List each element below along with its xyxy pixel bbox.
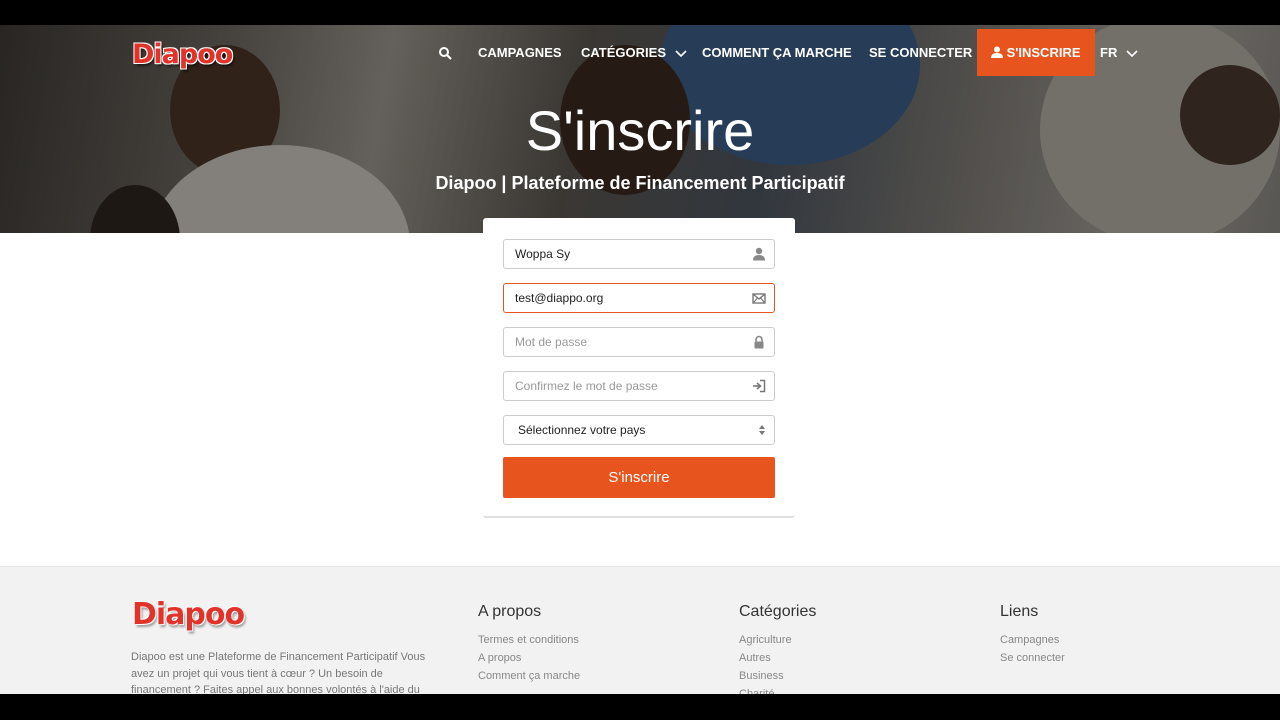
footer: Diapoo Diapoo est une Plateforme de Fina…: [0, 566, 1280, 694]
country-selected: Sélectionnez votre pays: [518, 423, 646, 437]
footer-links: Liens Campagnes Se connecter: [1000, 603, 1065, 667]
password-field[interactable]: Mot de passe: [503, 327, 775, 357]
footer-link-about[interactable]: A propos: [478, 649, 580, 667]
nav-campagnes[interactable]: CAMPAGNES: [478, 25, 562, 76]
footer-description: Diapoo est une Plateforme de Financement…: [131, 651, 426, 694]
nav-comment-ca-marche[interactable]: COMMENT ÇA MARCHE: [702, 25, 852, 76]
footer-categories: Catégories Agriculture Autres Business C…: [739, 603, 816, 694]
footer-links-title: Liens: [1000, 603, 1039, 620]
footer-link-how-it-works[interactable]: Comment ça marche: [478, 667, 580, 685]
footer-link-business[interactable]: Business: [739, 667, 816, 685]
page-title: S'inscrire: [525, 99, 755, 162]
email-value: test@diappo.org: [515, 291, 604, 305]
footer-logo[interactable]: Diapoo: [132, 597, 245, 632]
envelope-icon: [752, 293, 766, 304]
footer-link-se-connecter[interactable]: Se connecter: [1000, 649, 1065, 667]
email-field[interactable]: test@diappo.org: [503, 283, 775, 313]
confirm-password-placeholder: Confirmez le mot de passe: [515, 379, 658, 393]
footer-about-title: A propos: [478, 603, 542, 620]
signup-form: Woppa Sy test@diappo.org Mot de passe Co…: [483, 218, 795, 518]
name-field[interactable]: Woppa Sy: [503, 239, 775, 269]
chevron-down-icon: [675, 49, 687, 57]
country-select[interactable]: Sélectionnez votre pays: [503, 415, 775, 445]
lock-icon: [754, 335, 764, 349]
page-subtitle: Diapoo | Plateforme de Financement Parti…: [435, 173, 845, 193]
chevron-down-icon: [1126, 49, 1138, 57]
language-select[interactable]: FR: [1100, 25, 1138, 76]
nav-categories[interactable]: CATÉGORIES: [581, 25, 687, 76]
signup-label: S'INSCRIRE: [1006, 45, 1081, 60]
footer-link-campagnes[interactable]: Campagnes: [1000, 631, 1065, 649]
footer-link-terms[interactable]: Termes et conditions: [478, 631, 580, 649]
footer-link-autres[interactable]: Autres: [739, 649, 816, 667]
footer-about: A propos Termes et conditions A propos C…: [478, 603, 580, 685]
user-icon: [991, 46, 1003, 59]
nav-se-connecter[interactable]: SE CONNECTER: [869, 25, 972, 76]
top-nav: CAMPAGNES CATÉGORIES COMMENT ÇA MARCHE S…: [0, 25, 1280, 81]
select-caret-icon: [759, 425, 765, 435]
language-label: FR: [1100, 45, 1118, 60]
user-icon: [753, 247, 765, 261]
footer-link-charite[interactable]: Charité: [739, 685, 816, 694]
confirm-password-field[interactable]: Confirmez le mot de passe: [503, 371, 775, 401]
footer-categories-title: Catégories: [739, 603, 817, 620]
hero-banner: Diapoo CAMPAGNES CATÉGORIES COMMENT ÇA M…: [0, 25, 1280, 233]
sign-in-icon: [753, 379, 766, 393]
submit-signup-button[interactable]: S'inscrire: [503, 457, 775, 498]
password-placeholder: Mot de passe: [515, 335, 588, 349]
nav-categories-label: CATÉGORIES: [581, 45, 666, 60]
name-value: Woppa Sy: [515, 247, 571, 261]
search-icon[interactable]: [439, 25, 452, 76]
signup-button[interactable]: S'INSCRIRE: [977, 29, 1095, 76]
footer-link-agriculture[interactable]: Agriculture: [739, 631, 816, 649]
page: Diapoo CAMPAGNES CATÉGORIES COMMENT ÇA M…: [0, 25, 1280, 694]
